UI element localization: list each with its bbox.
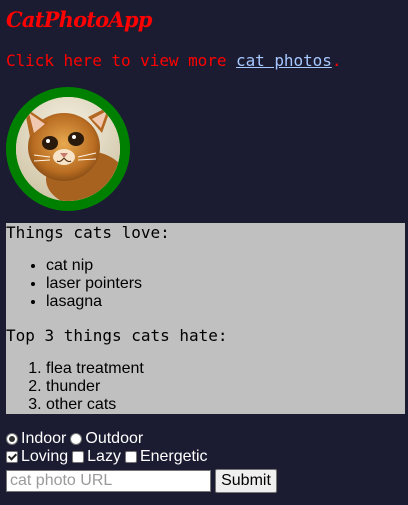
app-title: CatPhotoApp — [6, 7, 152, 32]
hate-heading: Top 3 things cats hate: — [6, 326, 228, 345]
outdoor-label[interactable]: Outdoor — [85, 430, 143, 448]
intro-prefix: Click here to view more — [6, 51, 236, 70]
love-list: cat nip laser pointers lasagna — [46, 257, 142, 311]
intro-text: Click here to view more cat photos. — [6, 51, 341, 71]
intro-suffix: . — [331, 51, 342, 70]
cat-photo-url-input[interactable] — [6, 470, 211, 492]
checkbox-group: Loving Lazy Energetic — [6, 448, 277, 466]
energetic-label[interactable]: Energetic — [140, 448, 208, 466]
cat-photo[interactable] — [6, 87, 130, 211]
submit-button[interactable]: Submit — [215, 469, 277, 493]
energetic-checkbox[interactable] — [124, 451, 137, 463]
loving-label[interactable]: Loving — [21, 448, 68, 466]
list-item: thunder — [46, 378, 144, 396]
url-input-row: Submit — [6, 468, 277, 494]
lazy-checkbox[interactable] — [72, 451, 85, 463]
outdoor-radio[interactable] — [70, 433, 83, 445]
list-item: cat nip — [46, 257, 142, 275]
cat-photos-link[interactable]: cat photos — [236, 51, 332, 70]
indoor-radio[interactable] — [6, 433, 18, 445]
list-item: other cats — [46, 396, 144, 414]
love-heading: Things cats love: — [6, 223, 170, 242]
cat-lists-panel: Things cats love: cat nip laser pointers… — [6, 223, 405, 414]
cat-photo-illustration — [16, 97, 120, 201]
radio-group: Indoor Outdoor — [6, 430, 277, 448]
hate-list: flea treatment thunder other cats — [46, 360, 144, 414]
list-item: lasagna — [46, 293, 142, 311]
cat-photo-form: Indoor Outdoor Loving Lazy Energetic Sub… — [6, 430, 277, 494]
indoor-label[interactable]: Indoor — [21, 430, 66, 448]
list-item: flea treatment — [46, 360, 144, 378]
loving-checkbox[interactable] — [6, 451, 18, 463]
lazy-label[interactable]: Lazy — [87, 448, 121, 466]
list-item: laser pointers — [46, 275, 142, 293]
